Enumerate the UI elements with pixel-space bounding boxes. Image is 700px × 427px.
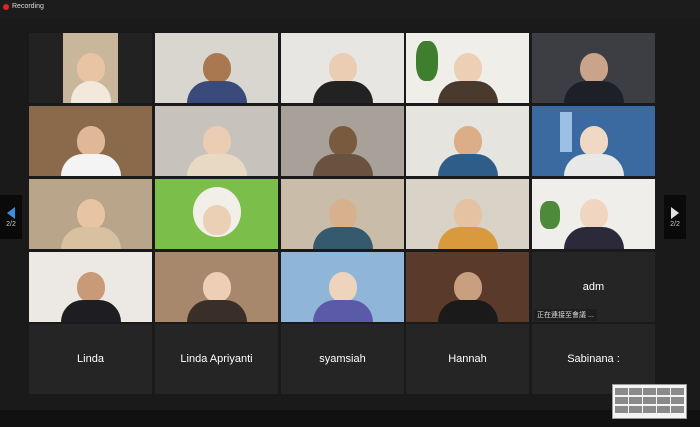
participant-figure xyxy=(312,199,373,249)
participant-video-tile[interactable] xyxy=(29,252,152,322)
participant-video-tile[interactable] xyxy=(155,252,278,322)
participant-name: Hannah xyxy=(448,353,487,365)
participant-figure xyxy=(60,272,121,322)
participant-video-tile[interactable] xyxy=(406,252,529,322)
participant-video-tile[interactable] xyxy=(281,252,404,322)
participant-figure xyxy=(186,126,247,176)
participant-video-tile[interactable] xyxy=(406,179,529,249)
participant-figure xyxy=(563,199,624,249)
participant-figure xyxy=(563,126,624,176)
participant-name: adm xyxy=(582,281,605,293)
chevron-right-icon xyxy=(671,206,679,219)
participant-figure xyxy=(563,53,624,103)
participant-video-tile[interactable] xyxy=(532,179,655,249)
participant-name-tile[interactable]: Hannah xyxy=(406,324,529,394)
previous-page-button[interactable]: 2/2 xyxy=(0,195,22,239)
recording-dot-icon xyxy=(3,3,9,10)
participant-video-tile[interactable] xyxy=(281,33,404,103)
participant-name-tile[interactable]: syamsiah xyxy=(281,324,404,394)
participant-figure xyxy=(437,53,498,103)
participant-video-tile[interactable] xyxy=(281,179,404,249)
participant-name: syamsiah xyxy=(319,353,366,365)
participant-figure xyxy=(186,272,247,322)
participant-video-tile[interactable] xyxy=(155,33,278,103)
participant-name: Sabinana : xyxy=(567,353,620,365)
next-page-button[interactable]: 2/2 xyxy=(664,195,686,239)
participant-figure xyxy=(437,126,498,176)
chevron-left-icon xyxy=(7,206,15,219)
recording-label: Recording xyxy=(12,3,44,10)
participant-name-tile[interactable]: Linda xyxy=(29,324,152,394)
page-indicator: 2/2 xyxy=(6,220,16,228)
participant-video-tile[interactable] xyxy=(29,179,152,249)
participant-figure xyxy=(312,126,373,176)
participant-video-tile[interactable] xyxy=(406,33,529,103)
participant-figure xyxy=(202,205,231,235)
participant-video-tile[interactable] xyxy=(406,106,529,176)
participant-figure xyxy=(186,53,247,103)
participant-video-tile[interactable] xyxy=(29,106,152,176)
participant-name: Linda Apriyanti xyxy=(180,353,253,365)
participant-figure xyxy=(437,272,498,322)
participant-figure xyxy=(60,126,121,176)
page-indicator: 2/2 xyxy=(670,220,680,228)
participant-video-tile[interactable] xyxy=(29,33,152,103)
recording-indicator: Recording xyxy=(3,3,44,10)
participant-figure xyxy=(312,53,373,103)
gallery-thumbnail[interactable] xyxy=(612,384,687,419)
participant-figure xyxy=(60,199,121,249)
top-bar: Recording xyxy=(0,0,700,18)
participant-figure xyxy=(70,53,111,103)
participant-video-tile[interactable] xyxy=(155,179,278,249)
participant-name-tile[interactable]: Linda Apriyanti xyxy=(155,324,278,394)
connecting-status: 正在連接至會議 ... xyxy=(534,309,597,321)
participant-video-tile[interactable] xyxy=(532,106,655,176)
participant-figure xyxy=(437,199,498,249)
participant-video-tile[interactable] xyxy=(281,106,404,176)
participant-video-tile[interactable] xyxy=(155,106,278,176)
participant-name: Linda xyxy=(77,353,104,365)
participant-figure xyxy=(312,272,373,322)
participant-video-tile[interactable] xyxy=(532,33,655,103)
bottom-strip xyxy=(0,410,700,427)
